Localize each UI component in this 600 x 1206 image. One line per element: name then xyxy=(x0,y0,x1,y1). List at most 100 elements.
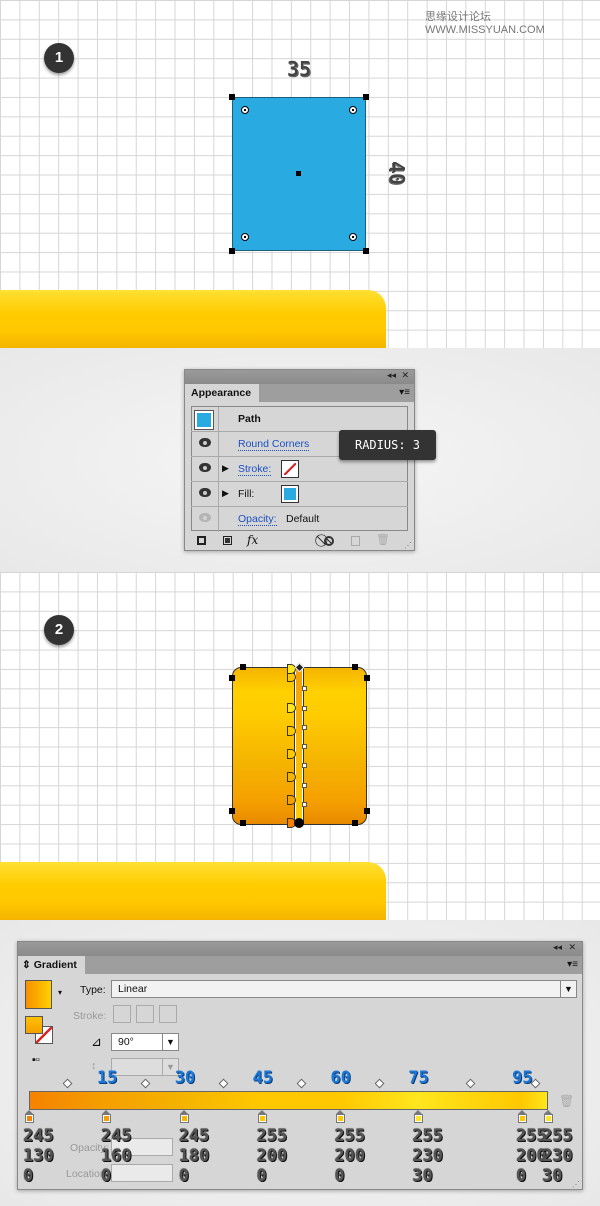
fill-row[interactable]: ▶ Fill: xyxy=(191,482,408,507)
fill-label: Fill: xyxy=(238,488,255,500)
stroke-link[interactable]: Stroke: xyxy=(238,463,272,476)
stroke-along-icon[interactable] xyxy=(136,1005,154,1023)
clear-appearance-icon[interactable] xyxy=(324,536,334,546)
live-corner-widget[interactable] xyxy=(349,106,357,114)
stop-rgb-label: 245 160 0 xyxy=(100,1126,132,1186)
gradient-stop[interactable] xyxy=(24,1110,34,1123)
gradient-stop[interactable] xyxy=(413,1110,423,1123)
stroke-label: Stroke: xyxy=(73,1010,107,1022)
tab-appearance[interactable]: Appearance xyxy=(185,384,260,402)
eye-icon[interactable] xyxy=(199,463,211,472)
anchor-handle[interactable] xyxy=(364,808,370,814)
eye-icon[interactable] xyxy=(199,513,211,522)
eye-icon[interactable] xyxy=(199,488,211,497)
midpoint-diamond[interactable] xyxy=(218,1078,229,1089)
annotator-midpoint[interactable] xyxy=(302,744,307,749)
annotator-stop[interactable] xyxy=(287,748,296,759)
stop-rgb-label: 255 200 0 xyxy=(334,1126,366,1186)
opacity-link[interactable]: Opacity: xyxy=(238,513,277,526)
live-corner-widget[interactable] xyxy=(241,233,249,241)
midpoint-diamond[interactable] xyxy=(465,1078,476,1089)
annotator-stop[interactable] xyxy=(287,725,296,736)
anchor-handle[interactable] xyxy=(352,820,358,826)
close-icon[interactable]: ✕ xyxy=(568,942,576,953)
midpoint-diamond[interactable] xyxy=(374,1078,385,1089)
anchor-handle[interactable] xyxy=(240,820,246,826)
stop-location-label: 60 xyxy=(330,1068,351,1088)
anchor-handle[interactable] xyxy=(352,664,358,670)
type-dropdown[interactable]: Linear ▼ xyxy=(111,980,577,998)
live-corner-widget[interactable] xyxy=(349,233,357,241)
anchor-handle[interactable] xyxy=(364,675,370,681)
duplicate-item-icon[interactable] xyxy=(351,536,360,546)
anchor-handle[interactable] xyxy=(229,248,235,254)
fill-swatch[interactable] xyxy=(281,485,299,503)
gradient-stop[interactable] xyxy=(335,1110,345,1123)
center-point xyxy=(296,171,301,176)
panel-menu-icon[interactable]: ▾≡ xyxy=(399,387,410,398)
anchor-handle[interactable] xyxy=(363,248,369,254)
resize-grip-icon[interactable]: ⋰ xyxy=(572,1180,580,1189)
delete-item-icon[interactable]: 🗑 xyxy=(376,533,390,546)
gradient-stop[interactable] xyxy=(180,1110,190,1123)
watermark: 思缘设计论坛 WWW.MISSYUAN.COM xyxy=(425,11,545,36)
chevron-down-icon[interactable]: ▼ xyxy=(162,1034,178,1050)
midpoint-diamond[interactable] xyxy=(140,1078,151,1089)
resize-grip-icon[interactable]: ⋰ xyxy=(404,541,412,550)
round-corners-link[interactable]: Round Corners xyxy=(238,438,310,451)
reverse-gradient-icon[interactable]: ▪▫ xyxy=(32,1054,40,1066)
anchor-handle[interactable] xyxy=(229,94,235,100)
path-row[interactable]: Path xyxy=(191,407,408,432)
annotator-stop[interactable] xyxy=(287,794,296,805)
midpoint-diamond[interactable] xyxy=(62,1078,73,1089)
stroke-row[interactable]: ▶ Stroke: xyxy=(191,457,408,482)
gradient-swatch[interactable] xyxy=(25,980,52,1009)
aspect-ratio-input[interactable]: ▼ xyxy=(111,1058,179,1076)
annotator-midpoint[interactable] xyxy=(302,705,307,711)
fill-gradient-icon[interactable] xyxy=(25,1016,43,1034)
anchor-handle[interactable] xyxy=(363,94,369,100)
live-corner-widget[interactable] xyxy=(241,106,249,114)
tab-gradient[interactable]: ⇕ Gradient xyxy=(18,956,85,974)
gradient-stop[interactable] xyxy=(543,1110,553,1123)
chevron-down-icon[interactable]: ▼ xyxy=(560,981,576,997)
stroke-across-icon[interactable] xyxy=(159,1005,177,1023)
gradient-stop[interactable] xyxy=(102,1110,112,1123)
fx-icon[interactable]: fx xyxy=(247,533,258,547)
annotator-midpoint[interactable] xyxy=(302,724,307,730)
stroke-none-swatch[interactable] xyxy=(281,460,299,478)
angle-input[interactable]: 90° ▼ xyxy=(111,1033,179,1051)
annotator-midpoint[interactable] xyxy=(302,763,307,769)
swatch-dropdown-icon[interactable]: ▾ xyxy=(58,988,62,997)
anchor-handle[interactable] xyxy=(229,675,235,681)
delete-stop-icon[interactable]: 🗑 xyxy=(559,1094,574,1108)
gradient-stop[interactable] xyxy=(517,1110,527,1123)
gradient-origin-handle[interactable] xyxy=(294,818,304,828)
type-label: Type: xyxy=(80,984,106,996)
annotator-midpoint[interactable] xyxy=(302,801,307,807)
collapse-icon[interactable]: ◂◂ xyxy=(553,942,562,953)
annotator-midpoint[interactable] xyxy=(302,782,307,788)
annotator-stop[interactable] xyxy=(287,702,296,713)
expand-triangle-icon[interactable]: ▶ xyxy=(222,463,229,474)
eye-icon[interactable] xyxy=(199,438,211,447)
yellow-shape xyxy=(0,290,386,348)
collapse-icon[interactable]: ◂◂ xyxy=(387,370,396,381)
opacity-row[interactable]: Opacity: Default xyxy=(191,507,408,532)
annotator-midpoint[interactable] xyxy=(302,686,307,692)
stop-rgb-label: 255 200 0 xyxy=(256,1126,288,1186)
panel-menu-icon[interactable]: ▾≡ xyxy=(567,959,578,970)
angle-icon: ⊿ xyxy=(91,1034,102,1049)
midpoint-diamond[interactable] xyxy=(296,1078,307,1089)
anchor-handle[interactable] xyxy=(229,808,235,814)
stroke-within-icon[interactable] xyxy=(113,1005,131,1023)
add-new-fill-icon[interactable] xyxy=(223,536,232,545)
annotator-stop[interactable] xyxy=(287,771,296,782)
gradient-stop[interactable] xyxy=(258,1110,268,1123)
gradient-slider[interactable] xyxy=(29,1091,548,1110)
gradient-panel: ◂◂ ✕ ⇕ Gradient ▾≡ ▾ ▪▫ Type: Linear ▼ Stro… xyxy=(17,941,583,1190)
expand-triangle-icon[interactable]: ▶ xyxy=(222,488,229,499)
anchor-handle[interactable] xyxy=(240,664,246,670)
add-new-stroke-icon[interactable] xyxy=(197,536,206,545)
close-icon[interactable]: ✕ xyxy=(401,370,409,381)
